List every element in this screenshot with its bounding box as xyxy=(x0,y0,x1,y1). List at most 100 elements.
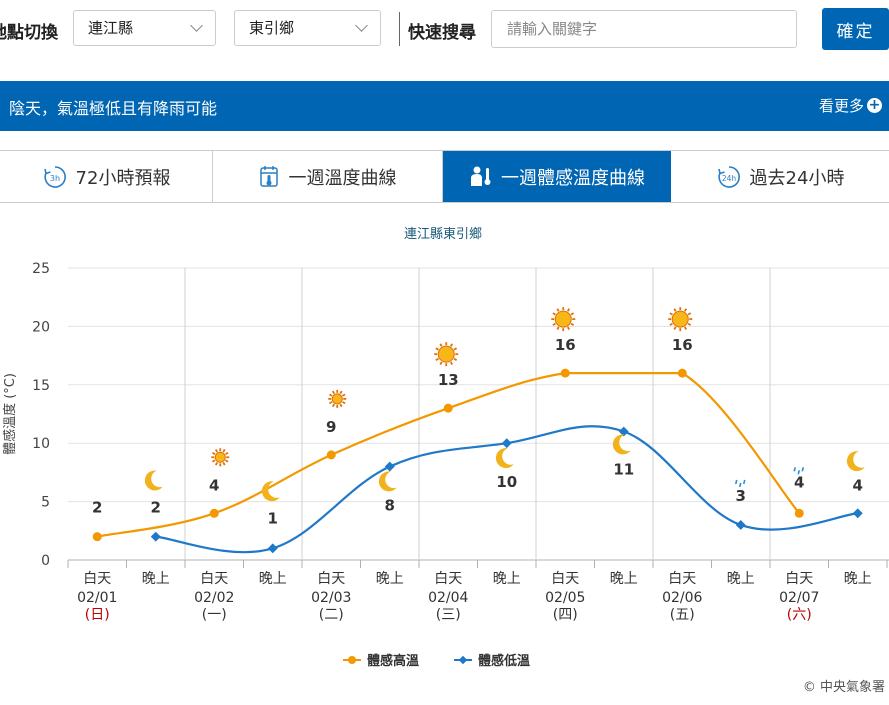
sun-ray xyxy=(687,312,692,316)
sun-ray xyxy=(331,403,336,408)
see-more-link[interactable]: 看更多 + xyxy=(819,95,882,116)
data-point xyxy=(326,450,336,460)
sun-ray xyxy=(453,357,458,361)
sun-ray xyxy=(683,308,688,312)
cloud-rain-icon xyxy=(734,479,746,488)
sun-ray xyxy=(214,462,219,466)
sun-ray xyxy=(669,312,673,316)
quick-search-label: 快速搜尋 xyxy=(408,23,476,43)
legend-label: 體感高溫 xyxy=(367,653,419,669)
weekday-label: (一) xyxy=(202,607,227,623)
x-tick-label: 白天 xyxy=(434,571,462,587)
moon-cloud-icon xyxy=(378,471,397,492)
forecast-tabs: 3h 72小時預報 一週溫度曲線 一週體感溫度曲線 24h 過去24小時 xyxy=(0,150,889,203)
sun-ray xyxy=(222,462,226,466)
rain-drop xyxy=(734,479,738,485)
data-label: 16 xyxy=(555,336,576,354)
data-point xyxy=(852,508,863,519)
x-tick-label: 白天 xyxy=(83,571,111,587)
data-point xyxy=(677,368,687,378)
sun-ray xyxy=(341,401,346,405)
rain-drop xyxy=(742,479,746,485)
sun-disk xyxy=(214,451,226,463)
data-label: 4 xyxy=(794,473,804,491)
date-label: 02/02 xyxy=(194,590,234,606)
data-point xyxy=(735,520,746,530)
moon-shape xyxy=(612,434,631,455)
date-label: 02/05 xyxy=(545,590,585,606)
clock-24h-icon: 24h xyxy=(717,165,740,188)
sun-ray xyxy=(212,452,216,456)
svg-text:24h: 24h xyxy=(721,174,736,183)
tab-72-hour-forecast[interactable]: 3h 72小時預報 xyxy=(0,151,213,202)
sun-ray xyxy=(329,393,333,397)
weather-summary-text: 陰天，氣溫極低且有降雨可能 xyxy=(9,99,218,118)
moon-cloud-icon xyxy=(612,434,631,455)
legend-label: 體感低溫 xyxy=(478,653,530,669)
x-tick-label: 晚上 xyxy=(727,571,755,587)
moon-cloud-icon xyxy=(495,448,514,469)
y-tick-label: 5 xyxy=(41,495,50,511)
search-input[interactable] xyxy=(491,10,797,48)
y-axis-label: 體感溫度 (°C) xyxy=(2,373,18,455)
sun-ray xyxy=(339,390,343,395)
date-label: 02/04 xyxy=(428,590,468,606)
y-tick-label: 0 xyxy=(41,553,50,569)
weekday-label: (五) xyxy=(670,607,695,623)
person-thermometer-icon xyxy=(471,166,491,186)
data-point xyxy=(384,461,395,472)
moon-shape xyxy=(144,470,163,491)
sun-ray xyxy=(435,357,439,361)
x-tick-label: 晚上 xyxy=(610,571,638,587)
sun-ray xyxy=(329,401,333,405)
data-label: 2 xyxy=(151,499,161,517)
y-tick-label: 25 xyxy=(32,261,50,277)
rain-drop xyxy=(793,467,797,472)
moon-shape xyxy=(495,448,514,469)
confirm-button[interactable]: 確定 xyxy=(822,8,889,50)
tab-label: 一週溫度曲線 xyxy=(288,167,397,189)
sun-ray xyxy=(439,361,443,366)
legend-item: 體感低溫 xyxy=(454,653,530,669)
sun-ray xyxy=(339,403,343,408)
moon-shape xyxy=(378,471,397,492)
date-label: 02/01 xyxy=(77,590,117,606)
county-select[interactable]: 連江縣 xyxy=(73,10,216,46)
x-tick-label: 白天 xyxy=(551,571,579,587)
legend-item: 體感高溫 xyxy=(343,653,419,669)
sunny-cloud-icon xyxy=(551,307,576,332)
moon-cloud-icon xyxy=(846,451,865,472)
clock-3h-icon: 3h xyxy=(43,165,66,188)
sun-ray xyxy=(556,326,560,330)
sun-ray xyxy=(331,390,336,395)
sun-ray xyxy=(214,449,219,453)
sun-ray xyxy=(435,347,439,351)
tab-label: 72小時預報 xyxy=(75,167,171,189)
sun-ray xyxy=(341,393,346,397)
sun-ray xyxy=(669,322,673,326)
county-select-value: 連江縣 xyxy=(88,19,134,37)
y-tick-label: 10 xyxy=(32,436,50,452)
x-tick-label: 白天 xyxy=(317,571,345,587)
data-point xyxy=(560,368,570,378)
data-label: 16 xyxy=(672,336,693,354)
chevron-down-icon xyxy=(355,19,368,32)
moon-shape xyxy=(846,451,865,472)
tab-weekly-temperature[interactable]: 一週溫度曲線 xyxy=(213,151,443,202)
sun-ray xyxy=(212,459,216,463)
date-label: 02/03 xyxy=(311,590,351,606)
tab-past-24-hours[interactable]: 24h 過去24小時 xyxy=(671,151,889,202)
date-label: 02/07 xyxy=(779,590,819,606)
chevron-down-icon xyxy=(190,19,203,32)
data-label: 4 xyxy=(853,476,863,494)
x-tick-label: 白天 xyxy=(200,571,228,587)
sun-ray xyxy=(552,322,556,326)
data-label: 2 xyxy=(92,499,102,517)
township-select[interactable]: 東引鄉 xyxy=(234,10,381,46)
chart-title: 連江縣東引鄉 xyxy=(404,226,482,242)
sun-ray xyxy=(556,308,560,312)
sun-ray xyxy=(687,322,692,326)
moon-cloud-icon xyxy=(144,470,163,491)
tab-weekly-apparent-temperature[interactable]: 一週體感溫度曲線 xyxy=(443,151,671,202)
data-label: 4 xyxy=(209,476,219,494)
